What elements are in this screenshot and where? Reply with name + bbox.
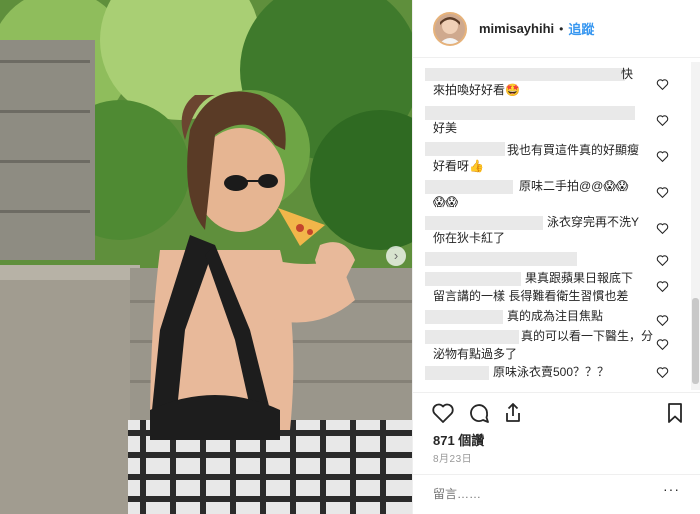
- comment-text: 留言講的一樣 長得難看衛生習慣也差: [433, 289, 629, 303]
- comment-text: 果真跟蘋果日報底下: [525, 271, 634, 285]
- comment-text: 你在狄卡紅了: [433, 231, 506, 245]
- comment-text: 快: [621, 67, 634, 81]
- redacted-username: [425, 310, 503, 324]
- separator-dot: •: [559, 21, 564, 36]
- comment-text: 泳衣穿完再不洗Y: [547, 215, 640, 229]
- comment-text: 原味二手拍@@😱😱: [519, 179, 629, 193]
- comment-input[interactable]: [433, 483, 643, 505]
- avatar[interactable]: [433, 11, 467, 46]
- heart-icon[interactable]: [656, 314, 669, 327]
- avatar-image: [435, 13, 465, 44]
- comment-text: 真的可以看一下醫生，分: [521, 329, 654, 343]
- follow-button[interactable]: 追蹤: [568, 19, 594, 38]
- redacted-username: [425, 106, 635, 120]
- comment-text: 我也有買這件真的好顯瘦: [507, 143, 640, 157]
- redacted-username: [425, 272, 521, 286]
- redacted-username: [425, 216, 543, 230]
- redacted-username: [425, 142, 505, 156]
- comment-text: 好美: [433, 121, 458, 135]
- post-photo: ›: [0, 0, 412, 514]
- comment-list[interactable]: 快 來拍喚好好看🤩 好美 我也有買這件真的好顯瘦 好看呀👍 原味二手拍@@😱😱 …: [413, 58, 700, 392]
- more-options-icon[interactable]: ···: [663, 481, 680, 497]
- comment-text: 泌物有點過多了: [433, 347, 518, 361]
- add-comment-bar: ···: [413, 474, 700, 514]
- redacted-username: [425, 330, 519, 344]
- comment-text: 原味泳衣賣500？？？: [493, 365, 610, 379]
- comment-icon[interactable]: [467, 401, 491, 425]
- post-photo-illustration: [0, 0, 412, 514]
- bookmark-icon[interactable]: [663, 401, 687, 425]
- heart-icon[interactable]: [656, 254, 669, 267]
- redacted-username: [425, 252, 577, 266]
- redacted-username: [425, 180, 513, 194]
- post-date[interactable]: 8月23日: [433, 450, 472, 465]
- chevron-right-icon[interactable]: ›: [386, 246, 406, 266]
- action-bar: [413, 392, 700, 433]
- comments-scrollbar-thumb[interactable]: [692, 298, 699, 384]
- redacted-username: [425, 68, 625, 81]
- comment-text: 😱😱: [433, 195, 459, 209]
- comment-text: 好看呀👍: [433, 159, 484, 173]
- username-link[interactable]: mimisayhihi: [479, 21, 554, 36]
- post-header: mimisayhihi • 追蹤: [413, 0, 700, 58]
- post-panel: mimisayhihi • 追蹤 快 來拍喚好好看🤩 好美 我也有買這件真的好顯…: [412, 0, 700, 514]
- comment-text: 真的成為注目焦點: [507, 309, 604, 323]
- redacted-username: [425, 366, 489, 380]
- comment-text: 來拍喚好好看🤩: [433, 83, 520, 97]
- heart-icon[interactable]: [656, 366, 669, 379]
- heart-icon[interactable]: [431, 401, 455, 425]
- share-icon[interactable]: [501, 401, 525, 425]
- like-count[interactable]: 871 個讚: [433, 430, 484, 449]
